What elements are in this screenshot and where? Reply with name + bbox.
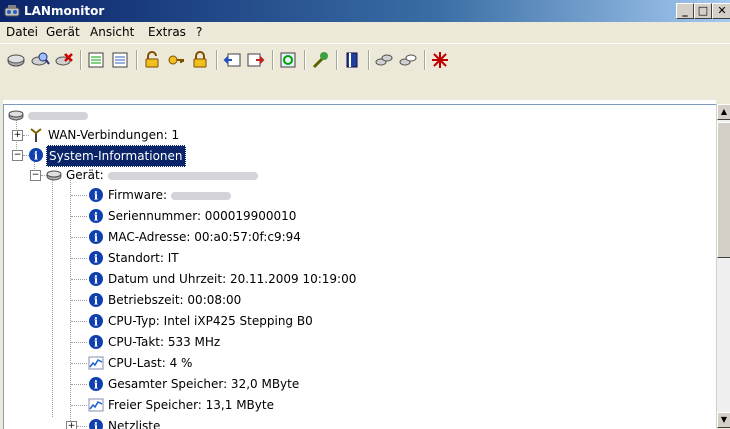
datum-label: Datum und Uhrzeit: 20.11.2009 10:19:00: [108, 269, 356, 289]
info-icon: i: [88, 271, 104, 287]
menu-geraet[interactable]: Gerät: [46, 25, 80, 39]
cputyp-label: CPU-Typ: Intel iXP425 Stepping B0: [108, 311, 313, 331]
root-device-label: [28, 105, 88, 125]
netzliste-label: Netzliste: [108, 416, 160, 429]
network-config-icon[interactable]: [398, 50, 418, 70]
window-title: LANmonitor: [24, 4, 104, 18]
wan-label: WAN-Verbindungen: 1: [48, 125, 179, 145]
svg-text:i: i: [94, 316, 98, 329]
sysinfo-label: System-Informationen: [46, 145, 186, 167]
seriennummer-label: Seriennummer: 000019900010: [108, 206, 296, 226]
standort-label: Standort: IT: [108, 248, 179, 268]
svg-text:i: i: [34, 150, 38, 163]
list-icon[interactable]: [86, 50, 106, 70]
geraet-label: Gerät:: [66, 165, 258, 185]
freier-label: Freier Speicher: 13,1 MByte: [108, 395, 274, 415]
key-icon[interactable]: [166, 50, 186, 70]
collapse-icon[interactable]: −: [12, 150, 23, 161]
back-icon[interactable]: [222, 50, 242, 70]
cpulast-label: CPU-Last: 4 %: [108, 353, 192, 373]
betriebszeit-label: Betriebszeit: 00:08:00: [108, 290, 241, 310]
mac-label: MAC-Adresse: 00:a0:57:0f:c9:94: [108, 227, 301, 247]
menu-extras[interactable]: Extras: [148, 25, 186, 39]
info-icon: i: [88, 208, 104, 224]
menu-bar: Datei Gerät Ansicht Extras ?: [0, 22, 730, 42]
lanmonitor-app-icon: [4, 3, 20, 19]
vertical-scrollbar[interactable]: ▲ ▼: [716, 104, 730, 428]
info-icon: i: [88, 292, 104, 308]
info-icon: i: [88, 187, 104, 203]
network-icon[interactable]: [374, 50, 394, 70]
info-icon: i: [88, 418, 104, 429]
list-detail-icon[interactable]: [110, 50, 130, 70]
minimize-button[interactable]: _: [676, 3, 694, 19]
device-icon: [46, 167, 62, 183]
svg-text:i: i: [94, 190, 98, 203]
info-icon: i: [28, 147, 44, 163]
svg-text:i: i: [94, 295, 98, 308]
book-icon[interactable]: [342, 50, 362, 70]
svg-text:i: i: [94, 253, 98, 266]
menu-ansicht[interactable]: Ansicht: [90, 25, 134, 39]
svg-text:i: i: [94, 274, 98, 287]
info-icon: i: [88, 229, 104, 245]
delete-device-icon[interactable]: [54, 50, 74, 70]
info-icon: i: [88, 334, 104, 350]
scroll-down-button[interactable]: ▼: [717, 412, 730, 428]
info-icon: i: [88, 250, 104, 266]
cputakt-label: CPU-Takt: 533 MHz: [108, 332, 220, 352]
maximize-button[interactable]: □: [694, 3, 712, 19]
firmware-label: Firmware:: [108, 185, 231, 205]
menu-help[interactable]: ?: [196, 25, 202, 39]
lock-icon[interactable]: [190, 50, 210, 70]
unlock-icon[interactable]: [142, 50, 162, 70]
device-icon[interactable]: [6, 50, 26, 70]
find-device-icon[interactable]: [30, 50, 50, 70]
collapse-icon[interactable]: −: [30, 170, 41, 181]
close-icon[interactable]: [430, 50, 450, 70]
chart-icon: [88, 397, 104, 413]
device-icon: [8, 107, 24, 123]
refresh-icon[interactable]: [278, 50, 298, 70]
forward-icon[interactable]: [246, 50, 266, 70]
scroll-thumb[interactable]: [717, 122, 730, 258]
tree-view[interactable]: + WAN-Verbindungen: 1 − i System-Informa…: [3, 104, 717, 429]
menu-datei[interactable]: Datei: [6, 25, 38, 39]
antenna-icon: [28, 127, 44, 143]
svg-text:i: i: [94, 211, 98, 224]
close-window-button[interactable]: ✕: [712, 3, 730, 19]
info-icon: i: [88, 376, 104, 392]
chart-icon: [88, 355, 104, 371]
svg-text:i: i: [94, 379, 98, 392]
title-bar: LANmonitor _ □ ✕: [0, 0, 730, 22]
svg-text:i: i: [94, 337, 98, 350]
toolbar: [0, 43, 730, 77]
expand-icon[interactable]: +: [12, 130, 23, 141]
svg-text:i: i: [94, 232, 98, 245]
speicher-label: Gesamter Speicher: 32,0 MByte: [108, 374, 299, 394]
info-icon: i: [88, 313, 104, 329]
wand-icon[interactable]: [310, 50, 330, 70]
scroll-up-button[interactable]: ▲: [717, 104, 730, 120]
